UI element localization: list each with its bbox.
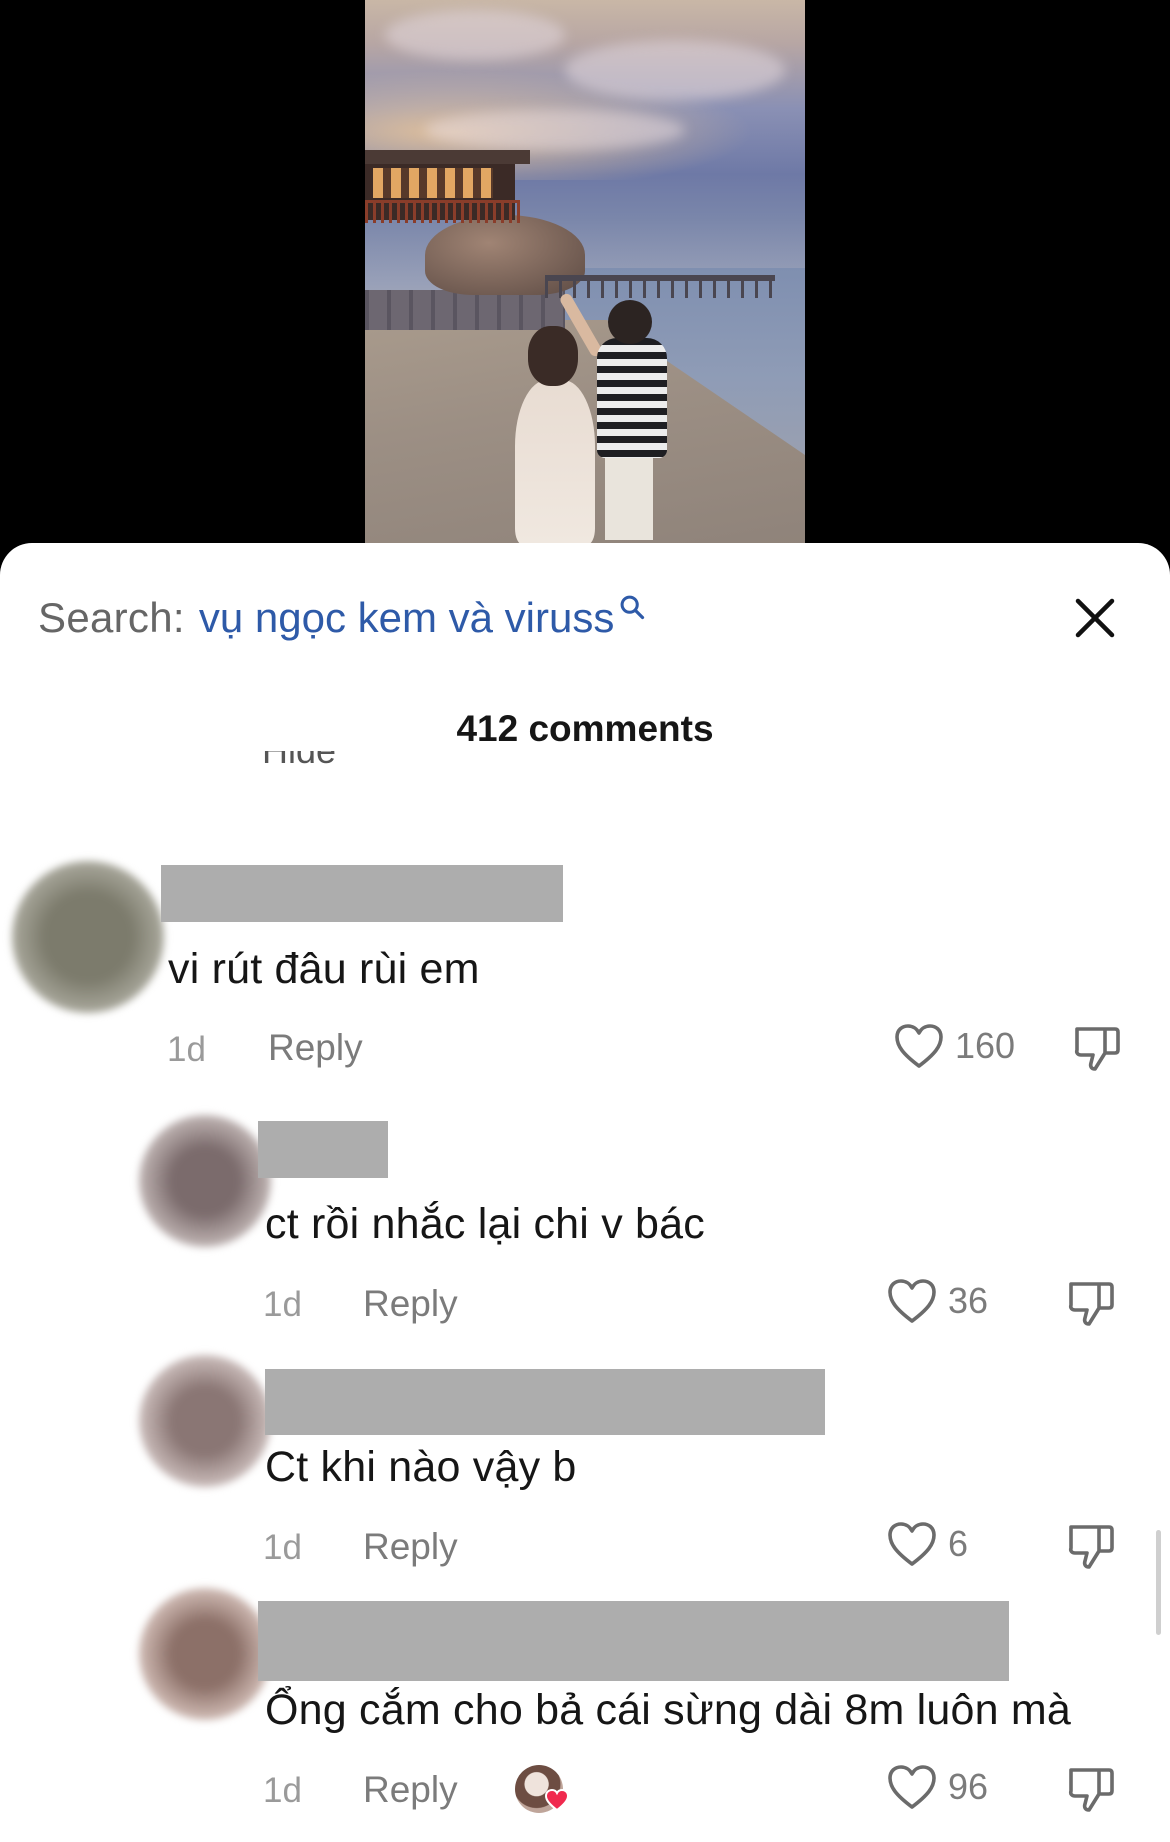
heart-icon xyxy=(888,1765,936,1809)
avatar[interactable] xyxy=(139,1355,271,1487)
comment-time: 1d xyxy=(263,1528,302,1567)
comments-sheet: Search: vụ ngọc kem và viruss 412 commen… xyxy=(0,543,1170,1842)
pier-legs xyxy=(545,280,775,298)
search-suggestion[interactable]: Search: vụ ngọc kem và viruss xyxy=(38,588,646,648)
comment-text: ct rồi nhắc lại chi v bác xyxy=(265,1200,705,1248)
redacted-username[interactable] xyxy=(265,1369,825,1435)
heart-icon xyxy=(895,1024,943,1068)
video-player[interactable] xyxy=(365,0,805,545)
avatar[interactable] xyxy=(139,1115,271,1247)
redacted-username[interactable] xyxy=(258,1121,388,1178)
like-button[interactable]: 6 xyxy=(886,1520,968,1568)
comments-count: 412 comments xyxy=(456,708,714,749)
dislike-icon[interactable] xyxy=(1065,1521,1117,1573)
like-count: 160 xyxy=(955,1025,1016,1066)
reply-button[interactable]: Reply xyxy=(363,1769,458,1811)
avatar[interactable] xyxy=(12,861,164,1013)
man-striped-shirt xyxy=(597,338,667,458)
reply-button[interactable]: Reply xyxy=(363,1526,458,1568)
dislike-icon[interactable] xyxy=(1065,1764,1117,1816)
like-button[interactable]: 36 xyxy=(886,1277,988,1325)
dislike-icon[interactable] xyxy=(1065,1278,1117,1330)
comment-time: 1d xyxy=(167,1030,206,1069)
like-button[interactable]: 96 xyxy=(886,1763,988,1811)
heart-filled-icon xyxy=(544,1788,570,1812)
like-button[interactable]: 160 xyxy=(893,1022,1015,1070)
comment-text: vi rút đâu rùi em xyxy=(168,945,480,993)
like-count: 6 xyxy=(948,1523,969,1564)
redacted-username[interactable] xyxy=(258,1601,1009,1681)
woman-hair xyxy=(528,326,578,386)
close-icon[interactable] xyxy=(1070,593,1120,643)
cloud xyxy=(385,10,565,60)
comment-text: Ổng cắm cho bả cái sừng dài 8m luôn mà xyxy=(265,1686,1072,1734)
search-icon xyxy=(620,595,645,620)
scrollbar[interactable] xyxy=(1156,1530,1161,1635)
cloud xyxy=(565,40,785,100)
comment-text: Ct khi nào vậy b xyxy=(265,1443,577,1491)
like-count: 96 xyxy=(948,1766,989,1807)
comment-time: 1d xyxy=(263,1771,302,1810)
reply-button[interactable]: Reply xyxy=(363,1283,458,1325)
cloud xyxy=(425,110,685,150)
redacted-username[interactable] xyxy=(161,865,563,922)
search-label: Search: xyxy=(38,594,185,641)
dislike-icon[interactable] xyxy=(1071,1023,1123,1075)
heart-icon xyxy=(888,1522,936,1566)
woman-figure xyxy=(515,380,595,545)
avatar[interactable] xyxy=(139,1588,271,1720)
man-head xyxy=(608,300,652,344)
reply-button[interactable]: Reply xyxy=(268,1027,363,1069)
stone-wall xyxy=(365,290,565,330)
search-query-link[interactable]: vụ ngọc kem và viruss xyxy=(199,594,615,642)
comment-time: 1d xyxy=(263,1285,302,1324)
man-shorts xyxy=(605,455,653,540)
like-count: 36 xyxy=(948,1280,989,1321)
heart-icon xyxy=(888,1279,936,1323)
hide-replies-link[interactable]: Hide ^ xyxy=(262,751,363,773)
building-railing xyxy=(365,200,520,223)
building-roof xyxy=(365,150,530,164)
